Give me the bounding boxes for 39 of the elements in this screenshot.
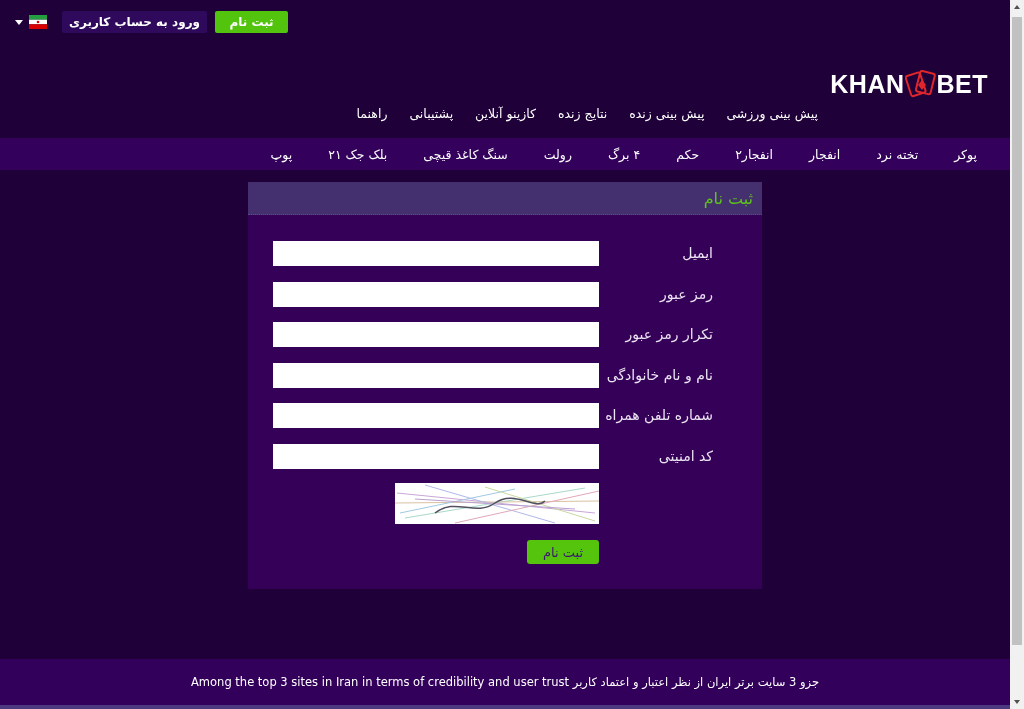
game-link[interactable]: سنگ کاغذ قیچی [423,146,508,162]
nav-link[interactable]: پیش بینی ورزشی [726,104,818,124]
field-label: ایمیل [681,244,713,263]
input-field[interactable] [273,241,599,266]
game-link[interactable]: حکم [676,146,700,162]
game-link[interactable]: ۴ برگ [607,146,641,162]
game-link[interactable]: بلک جک ۲۱ [328,146,388,162]
logo-text: BET [936,69,988,100]
playing-cards-icon [904,68,937,100]
game-link[interactable]: تخته نرد [876,146,919,162]
input-field[interactable] [273,322,599,347]
caret-icon [15,19,23,25]
footer-text: جزو 3 سایت برتر ایران از نظر اعتبار و اعتماد کاربر Among the top 3 sites in Iran in terms of credibility and user trust [191,675,819,689]
game-link[interactable]: انفجار۲ [735,146,774,162]
submit-button[interactable]: ثبت نام [527,540,599,564]
nav-link[interactable]: پیش بینی زنده [629,104,705,124]
game-link[interactable]: انفجار [809,146,841,162]
nav-link[interactable]: راهنما [356,104,388,124]
game-link[interactable]: رولت [543,146,572,162]
logo-text: KHAN [830,69,905,100]
flag-icon [29,15,47,29]
language-selector[interactable] [15,15,47,29]
field-label: کد امنیتی [657,446,713,466]
game-link[interactable]: پوپ [270,146,293,162]
input-field[interactable] [273,362,599,388]
input-field[interactable] [273,443,599,469]
input-field[interactable] [273,281,599,307]
login-button[interactable]: ورود به حساب کاربری [62,11,207,33]
field-label: تکرار رمز عبور [624,325,713,345]
nav-link[interactable]: پشتیبانی [409,104,454,124]
input-field[interactable] [273,403,599,428]
nav-link[interactable]: کازینو آنلاین [475,104,536,124]
field-label: نام و نام خانوادگی [605,365,713,386]
field-label: شماره تلفن همراه [604,406,713,426]
nav-link[interactable]: نتایج زنده [558,104,608,124]
field-label: رمز عبور [658,284,713,305]
scrollbar[interactable] [1010,0,1024,709]
game-link[interactable]: پوکر [954,146,977,162]
card-title: ثبت نام [703,188,753,208]
